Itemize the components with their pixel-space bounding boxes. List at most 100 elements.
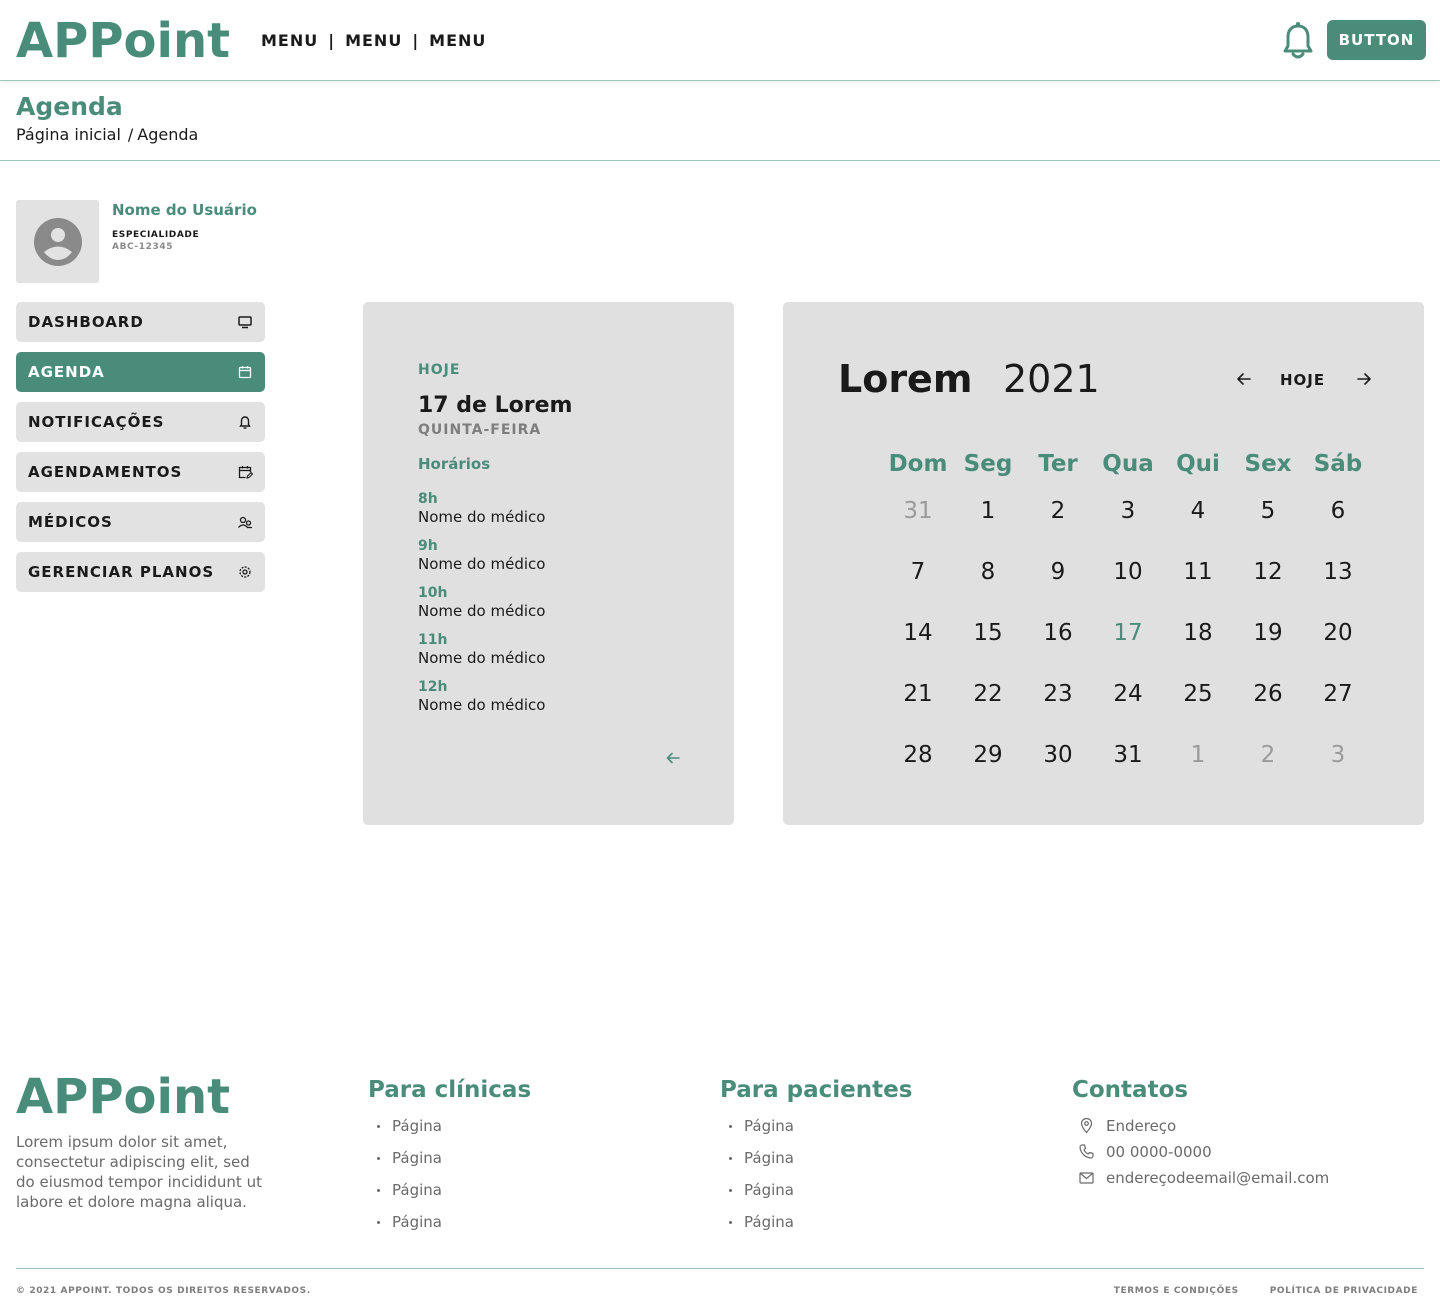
calendar-day[interactable]: 19 [1233, 603, 1303, 664]
footer-description: Lorem ipsum dolor sit amet, consectetur … [16, 1133, 262, 1211]
calendar-week: 7 8 9 10 11 12 13 [883, 542, 1373, 603]
calendar-edit-icon [238, 466, 253, 479]
notification-bell-icon[interactable] [1282, 22, 1314, 60]
weekday-label: Qui [1176, 451, 1220, 477]
schedule-slot[interactable]: 10h Nome do médico [418, 585, 545, 632]
sidebar-item-medicos[interactable]: MÉDICOS [16, 502, 265, 542]
schedule-slot[interactable]: 12h Nome do médico [418, 679, 545, 726]
calendar-day[interactable]: 22 [953, 664, 1023, 725]
calendar-day[interactable]: 1 [953, 481, 1023, 542]
calendar-day[interactable]: 6 [1303, 481, 1373, 542]
calendar-day[interactable]: 3 [1093, 481, 1163, 542]
user-avatar-icon [33, 217, 82, 266]
weekday-label: Sex [1244, 451, 1292, 477]
sidebar-item-agendamentos[interactable]: AGENDAMENTOS [16, 452, 265, 492]
calendar-icon [238, 366, 252, 379]
schedule-slots: 8h Nome do médico 9h Nome do médico 10h … [418, 491, 545, 726]
calendar-day[interactable]: 14 [883, 603, 953, 664]
menu-separator: | [328, 31, 336, 50]
footer-link[interactable]: Página [720, 1115, 912, 1147]
calendar-day[interactable]: 28 [883, 725, 953, 786]
calendar-today-button[interactable]: HOJE [1280, 371, 1325, 389]
calendar-day[interactable]: 3 [1303, 725, 1373, 786]
calendar-day[interactable]: 13 [1303, 542, 1373, 603]
calendar-day[interactable]: 30 [1023, 725, 1093, 786]
footer-link[interactable]: Página [368, 1147, 531, 1179]
calendar-day[interactable]: 31 [1093, 725, 1163, 786]
users-icon [238, 516, 252, 529]
footer-divider [16, 1268, 1424, 1269]
footer-contacts: Contatos Endereço 00 0000-0000 endereçod… [1072, 1075, 1329, 1193]
calendar-day[interactable]: 2 [1023, 481, 1093, 542]
bell-icon [239, 416, 251, 429]
calendar-day[interactable]: 26 [1233, 664, 1303, 725]
calendar-day[interactable]: 11 [1163, 542, 1233, 603]
calendar-day[interactable]: 16 [1023, 603, 1093, 664]
calendar-weekday-header: Dom Seg Ter Qua Qui Sex Sáb [883, 447, 1373, 481]
weekday-label: Seg [963, 451, 1013, 477]
calendar-day[interactable]: 25 [1163, 664, 1233, 725]
sidebar-item-label: AGENDAMENTOS [28, 463, 183, 481]
schedule-slot[interactable]: 9h Nome do médico [418, 538, 545, 585]
calendar-day[interactable]: 8 [953, 542, 1023, 603]
header-action-button[interactable]: BUTTON [1327, 20, 1426, 60]
privacy-link[interactable]: POLÍTICA DE PRIVACIDADE [1270, 1286, 1418, 1296]
calendar-day[interactable]: 21 [883, 664, 953, 725]
calendar-day[interactable]: 1 [1163, 725, 1233, 786]
calendar-day[interactable]: 23 [1023, 664, 1093, 725]
calendar-day[interactable]: 7 [883, 542, 953, 603]
schedule-today-label: HOJE [418, 362, 461, 378]
calendar-day[interactable]: 5 [1233, 481, 1303, 542]
calendar-day[interactable]: 24 [1093, 664, 1163, 725]
breadcrumb: Página inicial / Agenda [16, 125, 198, 145]
app-logo[interactable]: APPoint [16, 14, 230, 68]
sidebar-item-label: NOTIFICAÇÕES [28, 413, 165, 431]
menu-link-2[interactable]: MENU [345, 31, 402, 51]
calendar-month: Lorem [838, 357, 973, 401]
calendar-day[interactable]: 18 [1163, 603, 1233, 664]
footer-link[interactable]: Página [720, 1147, 912, 1179]
footer-logo[interactable]: APPoint [16, 1068, 230, 1126]
arrow-left-icon[interactable] [665, 750, 681, 766]
sidebar-item-agenda[interactable]: AGENDA [16, 352, 265, 392]
weekday-label: Dom [888, 451, 948, 477]
breadcrumb-home[interactable]: Página inicial [16, 125, 121, 145]
calendar-day[interactable]: 12 [1233, 542, 1303, 603]
calendar-day[interactable]: 9 [1023, 542, 1093, 603]
schedule-date: 17 de Lorem [418, 393, 573, 418]
calendar-day[interactable]: 17 [1093, 603, 1163, 664]
calendar-day[interactable]: 4 [1163, 481, 1233, 542]
schedule-slot[interactable]: 11h Nome do médico [418, 632, 545, 679]
sidebar-item-dashboard[interactable]: DASHBOARD [16, 302, 265, 342]
footer-link[interactable]: Página [720, 1179, 912, 1211]
schedule-slot[interactable]: 8h Nome do médico [418, 491, 545, 538]
schedule-panel: HOJE 17 de Lorem QUINTA-FEIRA Horários 8… [363, 302, 734, 825]
top-navbar: APPoint MENU | MENU | MENU BUTTON [0, 0, 1440, 81]
weekday-label: Ter [1038, 451, 1078, 477]
sidebar-item-notificacoes[interactable]: NOTIFICAÇÕES [16, 402, 265, 442]
calendar-day[interactable]: 15 [953, 603, 1023, 664]
menu-link-1[interactable]: MENU [261, 31, 318, 51]
footer-link[interactable]: Página [368, 1179, 531, 1211]
monitor-icon [238, 316, 252, 329]
calendar-day[interactable]: 29 [953, 725, 1023, 786]
arrow-left-icon[interactable] [1235, 370, 1253, 388]
calendar-day[interactable]: 2 [1233, 725, 1303, 786]
calendar-day[interactable]: 20 [1303, 603, 1373, 664]
slot-time: 11h [418, 632, 448, 648]
footer-link[interactable]: Página [368, 1211, 531, 1243]
arrow-right-icon[interactable] [1355, 370, 1373, 388]
calendar-day[interactable]: 27 [1303, 664, 1373, 725]
calendar-day[interactable]: 31 [883, 481, 953, 542]
breadcrumb-current: Agenda [137, 125, 199, 144]
weekday-label: Sáb [1313, 451, 1363, 477]
footer-link[interactable]: Página [720, 1211, 912, 1243]
terms-link[interactable]: TERMOS E CONDIÇÕES [1114, 1286, 1239, 1296]
menu-link-3[interactable]: MENU [429, 31, 486, 51]
schedule-weekday: QUINTA-FEIRA [418, 422, 542, 438]
footer-link[interactable]: Página [368, 1115, 531, 1147]
footer-clinics: Para clínicas Página Página Página Págin… [368, 1075, 531, 1243]
contact-email-text[interactable]: endereçodeemail@email.com [1106, 1169, 1329, 1187]
calendar-day[interactable]: 10 [1093, 542, 1163, 603]
sidebar-item-gerenciar-planos[interactable]: GERENCIAR PLANOS [16, 552, 265, 592]
